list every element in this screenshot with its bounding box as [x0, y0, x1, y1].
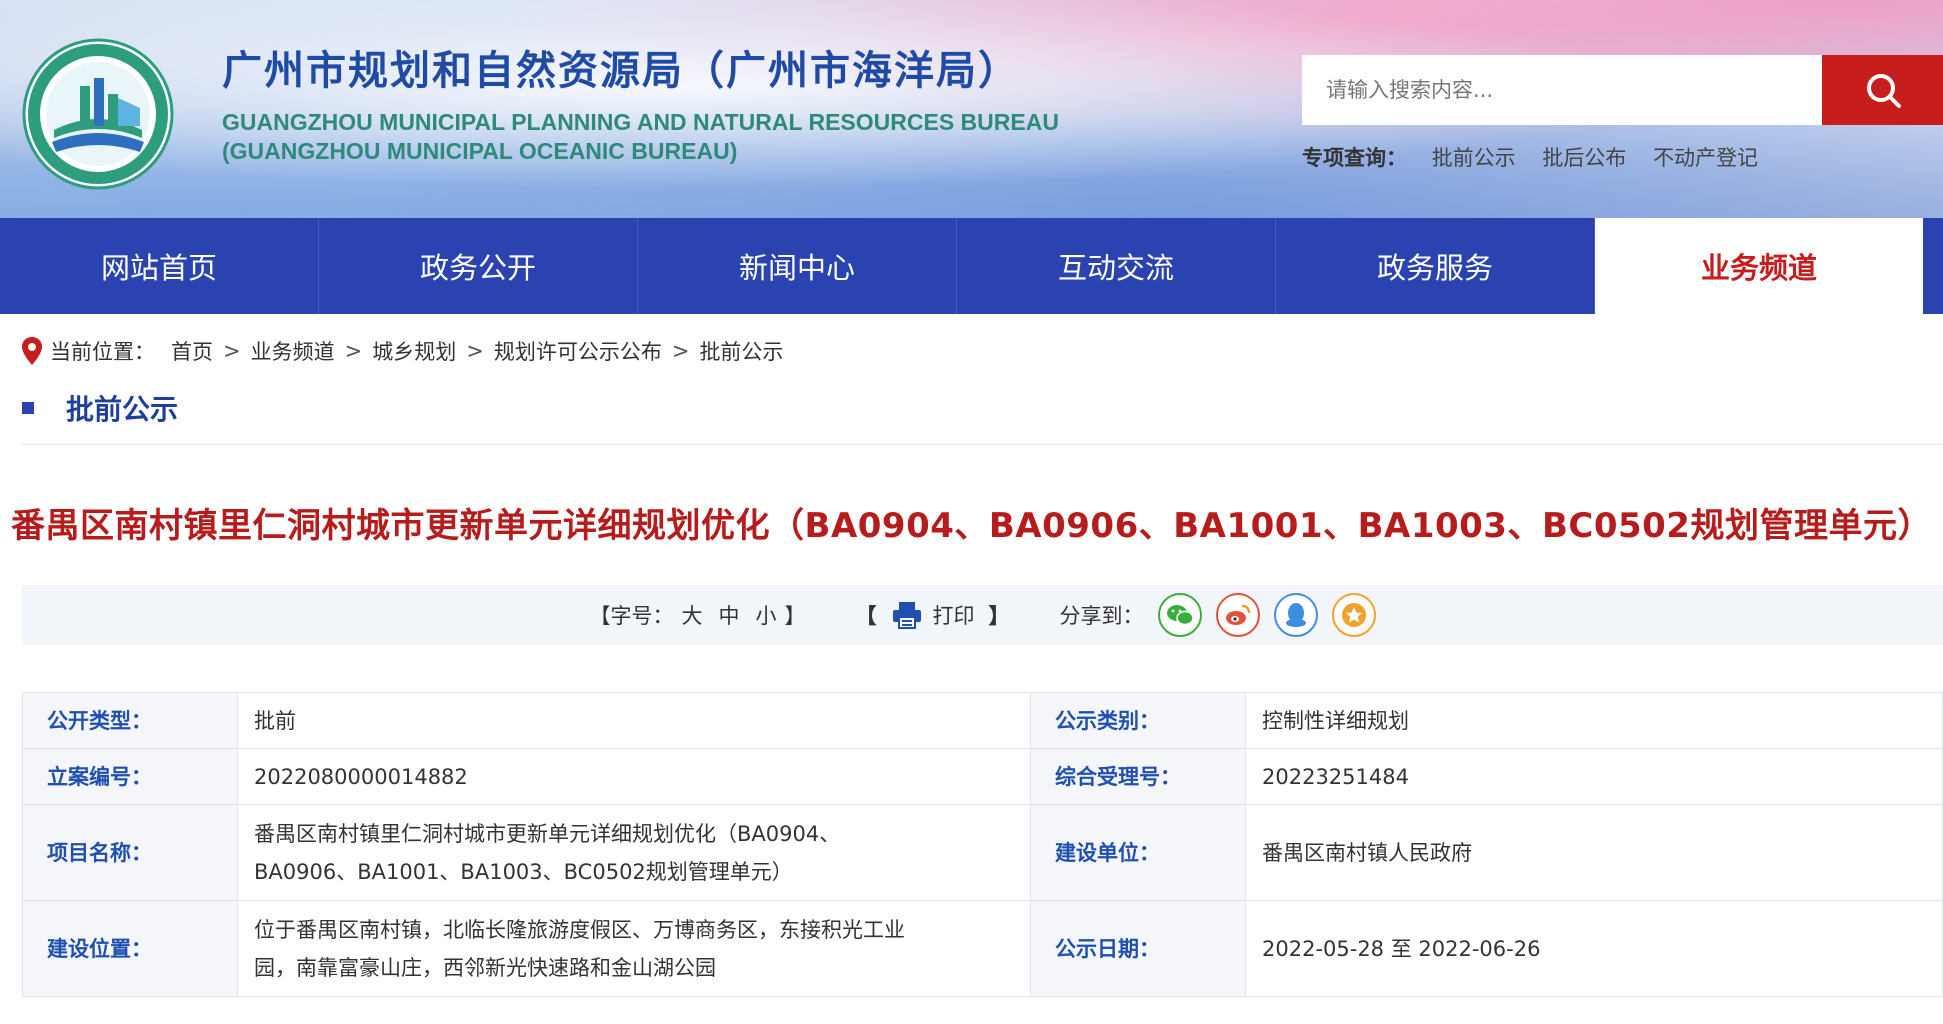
- info-key-notice-date: 公示日期：: [1030, 900, 1246, 997]
- site-header: 广州市规划和自然资源局（广州市海洋局） GUANGZHOU MUNICIPAL …: [0, 0, 1943, 218]
- font-size-group: 【字号： 大 中 小 】: [590, 600, 806, 630]
- font-size-small[interactable]: 小: [756, 600, 777, 630]
- breadcrumb-planning-permit[interactable]: 规划许可公示公布: [494, 336, 662, 366]
- info-value-project-name-line2: BA0906、BA1001、BA1003、BC0502规划管理单元）: [254, 859, 793, 884]
- search-input[interactable]: [1302, 55, 1822, 125]
- info-value-notice-category: 控制性详细规划: [1245, 692, 1943, 749]
- favorite-icon[interactable]: [1331, 593, 1376, 637]
- breadcrumb-separator: >: [344, 339, 363, 363]
- print-group: 【 打印 】: [850, 600, 1016, 630]
- bureau-logo-icon[interactable]: [22, 38, 174, 190]
- search-button[interactable]: [1822, 55, 1943, 125]
- info-value-acceptance-number: 20223251484: [1245, 748, 1943, 805]
- info-key-project-name: 项目名称：: [22, 804, 238, 901]
- table-row: 建设位置： 位于番禺区南村镇，北临长隆旅游度假区、万博商务区，东接积光工业 园，…: [22, 900, 1943, 997]
- table-row: 项目名称： 番禺区南村镇里仁洞村城市更新单元详细规划优化（BA0904、 BA0…: [22, 804, 1943, 901]
- search-icon: [1866, 74, 1901, 108]
- info-key-acceptance-number: 综合受理号：: [1030, 748, 1246, 805]
- info-value-project-name: 番禺区南村镇里仁洞村城市更新单元详细规划优化（BA0904、 BA0906、BA…: [237, 804, 1031, 901]
- qq-icon[interactable]: [1273, 593, 1318, 637]
- font-size-close: 】: [784, 604, 806, 628]
- info-value-notice-date: 2022-05-28 至 2022-06-26: [1245, 900, 1943, 997]
- breadcrumb-urban-rural-planning[interactable]: 城乡规划: [372, 336, 456, 366]
- article-title: 番禺区南村镇里仁洞村城市更新单元详细规划优化（BA0904、BA0906、BA1…: [11, 506, 1932, 546]
- info-value-disclosure-type: 批前: [237, 692, 1031, 749]
- section-divider: [22, 444, 1943, 445]
- info-value-construction-unit: 番禺区南村镇人民政府: [1245, 804, 1943, 901]
- info-key-case-number: 立案编号：: [22, 748, 238, 805]
- special-query: 专项查询： 批前公示 批后公布 不动产登记: [1302, 142, 1778, 172]
- section-marker: [22, 402, 34, 414]
- print-bracket-close: 】: [988, 604, 1010, 628]
- breadcrumb-separator: >: [466, 339, 484, 363]
- site-title-en: GUANGZHOU MUNICIPAL PLANNING AND NATURAL…: [222, 108, 1059, 166]
- nav-item-government-affairs[interactable]: 政务公开: [319, 218, 638, 314]
- info-key-notice-category: 公示类别：: [1030, 692, 1246, 749]
- info-value-construction-location: 位于番禺区南村镇，北临长隆旅游度假区、万博商务区，东接积光工业 园，南靠富豪山庄…: [237, 900, 1031, 997]
- special-link-post-approval[interactable]: 批后公布: [1542, 146, 1626, 170]
- info-value-project-name-line1: 番禺区南村镇里仁洞村城市更新单元详细规划优化（BA0904、: [254, 821, 841, 846]
- project-info-table: 公开类型： 批前 公示类别： 控制性详细规划 立案编号： 20220800000…: [22, 692, 1943, 997]
- share-label: 分享到：: [1059, 604, 1144, 628]
- wechat-icon[interactable]: [1157, 593, 1202, 637]
- font-size-large[interactable]: 大: [682, 600, 703, 630]
- info-value-construction-location-line1: 位于番禺区南村镇，北临长隆旅游度假区、万博商务区，东接积光工业: [254, 917, 905, 942]
- table-row: 公开类型： 批前 公示类别： 控制性详细规划: [22, 692, 1943, 749]
- info-key-construction-unit: 建设单位：: [1030, 804, 1246, 901]
- section-title-text: 批前公示: [66, 393, 179, 426]
- main-nav: 网站首页 政务公开 新闻中心 互动交流 政务服务 业务频道: [0, 218, 1943, 314]
- nav-item-government-services[interactable]: 政务服务: [1276, 218, 1595, 314]
- share-group: 分享到：: [1060, 593, 1376, 637]
- special-query-label: 专项查询：: [1302, 146, 1407, 170]
- print-button[interactable]: 打印: [891, 600, 975, 630]
- location-pin-icon: [22, 337, 42, 365]
- breadcrumb-separator: >: [223, 339, 241, 363]
- special-link-property-registration[interactable]: 不动产登记: [1653, 146, 1758, 170]
- info-value-construction-location-line2: 园，南靠富豪山庄，西邻新光快速路和金山湖公园: [254, 955, 716, 980]
- breadcrumb: 当前位置： 首页 > 业务频道 > 城乡规划 > 规划许可公示公布 > 批前公示: [22, 336, 783, 366]
- font-size-label: 【字号：: [589, 604, 674, 628]
- table-row: 立案编号： 2022080000014882 综合受理号： 2022325148…: [22, 748, 1943, 805]
- nav-item-business-channel[interactable]: 业务频道: [1595, 218, 1923, 314]
- breadcrumb-business-channel[interactable]: 业务频道: [251, 336, 335, 366]
- special-link-pre-approval[interactable]: 批前公示: [1432, 146, 1516, 170]
- article-tools-bar: 【字号： 大 中 小 】 【 打印 】 分享到：: [22, 585, 1943, 645]
- site-title-en-line2: (GUANGZHOU MUNICIPAL OCEANIC BUREAU): [222, 138, 738, 164]
- print-label: 打印: [932, 604, 975, 628]
- breadcrumb-label: 当前位置：: [50, 340, 155, 364]
- info-key-construction-location: 建设位置：: [22, 900, 238, 997]
- print-bracket-open: 【: [855, 604, 877, 628]
- breadcrumb-separator: >: [671, 339, 690, 363]
- info-value-case-number: 2022080000014882: [237, 748, 1031, 805]
- nav-item-home[interactable]: 网站首页: [0, 218, 319, 314]
- nav-item-interaction[interactable]: 互动交流: [957, 218, 1276, 314]
- site-title-en-line1: GUANGZHOU MUNICIPAL PLANNING AND NATURAL…: [222, 109, 1059, 135]
- font-size-medium[interactable]: 中: [719, 600, 740, 630]
- printer-icon: [892, 602, 921, 629]
- site-title-cn: 广州市规划和自然资源局（广州市海洋局）: [222, 48, 1020, 94]
- nav-item-news-center[interactable]: 新闻中心: [638, 218, 957, 314]
- breadcrumb-current[interactable]: 批前公示: [699, 336, 783, 366]
- breadcrumb-home[interactable]: 首页: [171, 336, 213, 366]
- weibo-icon[interactable]: [1215, 593, 1260, 637]
- info-key-disclosure-type: 公开类型：: [22, 692, 238, 749]
- section-title: 批前公示: [22, 388, 178, 428]
